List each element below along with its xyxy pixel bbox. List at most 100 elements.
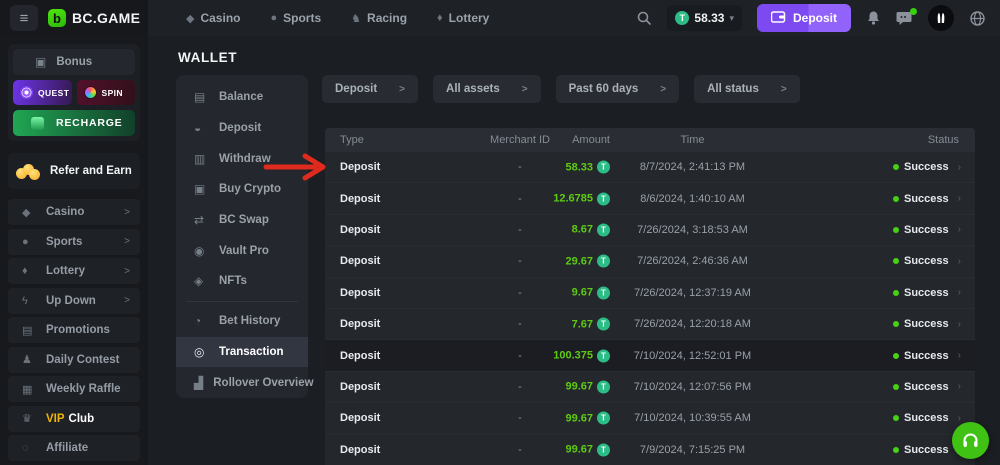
tx-status[interactable]: Success› <box>893 381 961 393</box>
casino-icon: ◆ <box>22 206 46 219</box>
tx-type: Deposit <box>340 161 380 173</box>
tether-coin-icon: T <box>597 223 610 236</box>
chevron-right-icon: › <box>958 224 961 235</box>
wallet-menu-item[interactable]: ▤ Balance <box>176 82 308 113</box>
casino-icon: ◆ <box>186 12 194 25</box>
status-dot <box>893 164 899 170</box>
top-nav-item[interactable]: ● Sports <box>270 11 321 25</box>
search-icon[interactable] <box>636 10 652 26</box>
table-row[interactable]: Deposit - 100.375T 7/10/2024, 12:52:01 P… <box>325 340 975 371</box>
table-row[interactable]: Deposit - 99.67T 7/10/2024, 12:07:56 PM … <box>325 372 975 403</box>
topbar-actions: T 58.33 ▾ Deposit <box>636 4 1000 32</box>
tx-type: Deposit <box>340 287 380 299</box>
top-nav-item[interactable]: ◆ Casino <box>186 11 240 25</box>
updown-icon: ϟ <box>22 295 46 307</box>
filter-button[interactable]: Past 60 days > <box>556 75 680 103</box>
bonus-button[interactable]: ▣ Bonus <box>13 49 135 75</box>
tx-type: Deposit <box>340 381 380 393</box>
wallet-menu-item[interactable]: ▟ Rollover Overview <box>176 367 308 398</box>
top-nav-item[interactable]: ♞ Racing <box>351 11 407 25</box>
chevron-right-icon: > <box>399 84 405 95</box>
support-button[interactable] <box>952 422 989 459</box>
tx-status[interactable]: Success› <box>893 287 961 299</box>
tx-time: 7/26/2024, 2:46:36 AM <box>620 255 765 267</box>
filter-button[interactable]: Deposit > <box>322 75 418 103</box>
refer-label: Refer and Earn <box>50 165 132 177</box>
top-nav-item[interactable]: ♦ Lottery <box>437 11 489 25</box>
chat-icon[interactable] <box>896 11 913 26</box>
wallet-menu-item[interactable]: ◔ Bet History <box>176 306 308 337</box>
tx-time: 7/26/2024, 12:37:19 AM <box>620 287 765 299</box>
tx-time: 7/26/2024, 3:18:53 AM <box>620 224 765 236</box>
sidebar-menu-item[interactable]: ● Sports > <box>8 229 140 255</box>
vip-icon: ♛ <box>22 412 46 425</box>
balance-selector[interactable]: T 58.33 ▾ <box>667 5 742 31</box>
sidebar-menu-item[interactable]: ♛ VIPClub > <box>8 406 140 432</box>
spin-button[interactable]: SPIN <box>77 80 136 105</box>
wallet-menu-item[interactable]: ◈ NFTs <box>176 266 308 297</box>
tx-status[interactable]: Success› <box>893 350 961 362</box>
tx-status[interactable]: Success› <box>893 444 961 456</box>
table-row[interactable]: Deposit - 12.6785T 8/6/2024, 1:40:10 AM … <box>325 183 975 214</box>
table-row[interactable]: Deposit - 9.67T 7/26/2024, 12:37:19 AM S… <box>325 278 975 309</box>
promo-row: QUEST SPIN <box>13 80 135 105</box>
wallet-menu-item[interactable]: ◒ Deposit <box>176 113 308 144</box>
filter-button[interactable]: All status > <box>694 75 800 103</box>
tx-status[interactable]: Success› <box>893 193 961 205</box>
header-amount: Amount <box>495 134 610 146</box>
tether-coin-icon: T <box>597 255 610 268</box>
wallet-menu-item[interactable]: ◉ Vault Pro <box>176 235 308 266</box>
tx-status[interactable]: Success› <box>893 318 961 330</box>
table-row[interactable]: Deposit - 7.67T 7/26/2024, 12:20:18 AM S… <box>325 309 975 340</box>
brand-logo[interactable]: b BC.GAME <box>48 9 140 27</box>
raffle-icon: ▦ <box>22 383 46 396</box>
wallet-item-label: Buy Crypto <box>219 183 281 195</box>
wallet-menu: ▤ Balance ◒ Deposit ▥ Withdraw ▣ Buy Cry… <box>176 75 308 398</box>
wallet-menu-item[interactable]: ⇄ BC Swap <box>176 205 308 236</box>
status-dot <box>893 290 899 296</box>
sidebar-menu-item[interactable]: ϟ Up Down > <box>8 288 140 314</box>
table-row[interactable]: Deposit - 29.67T 7/26/2024, 2:46:36 AM S… <box>325 246 975 277</box>
gift-icon: ▣ <box>35 55 46 69</box>
recharge-button[interactable]: RECHARGE <box>13 110 135 136</box>
quest-label: QUEST <box>38 88 69 98</box>
tx-status[interactable]: Success› <box>893 161 961 173</box>
sidebar-menu-item[interactable]: ▤ Promotions > <box>8 317 140 343</box>
nav-label: Sports <box>283 11 321 25</box>
tether-coin-icon: T <box>597 161 610 174</box>
bcgame-logo-icon: b <box>48 9 66 27</box>
bonus-label: Bonus <box>56 56 92 68</box>
sidebar-menu-item[interactable]: ◌ Affiliate > <box>8 435 140 461</box>
promotions-icon: ▤ <box>22 324 46 337</box>
tx-type: Deposit <box>340 350 380 362</box>
chevron-right-icon: › <box>958 350 961 361</box>
table-row[interactable]: Deposit - 58.33T 8/7/2024, 2:41:13 PM Su… <box>325 152 975 183</box>
table-row[interactable]: Deposit - 8.67T 7/26/2024, 3:18:53 AM Su… <box>325 215 975 246</box>
sidebar-item-label: Up Down <box>46 295 96 307</box>
tx-type: Deposit <box>340 444 380 456</box>
status-dot <box>893 415 899 421</box>
sidebar-item-label: VIPClub <box>46 413 94 425</box>
sidebar-menu-item[interactable]: ♟ Daily Contest > <box>8 347 140 373</box>
notifications-bell-icon[interactable] <box>866 10 881 26</box>
quest-button[interactable]: QUEST <box>13 80 72 105</box>
sports-icon: ● <box>22 236 46 248</box>
language-globe-icon[interactable] <box>969 10 986 27</box>
refer-and-earn-banner[interactable]: Refer and Earn <box>8 153 140 189</box>
sidebar-menu-item[interactable]: ◆ Casino > <box>8 199 140 225</box>
tether-coin-icon: T <box>597 192 610 205</box>
chevron-right-icon: › <box>958 193 961 204</box>
sidebar-menu-item[interactable]: ♦ Lottery > <box>8 258 140 284</box>
hamburger-menu-button[interactable]: ≡ <box>10 5 38 31</box>
wallet-menu-item[interactable]: ◎ Transaction <box>176 337 308 368</box>
filter-button[interactable]: All assets > <box>433 75 541 103</box>
table-row[interactable]: Deposit - 99.67T 7/9/2024, 7:15:25 PM Su… <box>325 435 975 465</box>
deposit-button[interactable]: Deposit <box>757 4 851 32</box>
table-row[interactable]: Deposit - 99.67T 7/10/2024, 10:39:55 AM … <box>325 403 975 434</box>
sidebar-menu-item[interactable]: ▦ Weekly Raffle > <box>8 376 140 402</box>
tx-status[interactable]: Success› <box>893 255 961 267</box>
nav-label: Lottery <box>449 11 490 25</box>
tx-status[interactable]: Success› <box>893 224 961 236</box>
user-avatar[interactable] <box>928 5 954 31</box>
tx-status[interactable]: Success› <box>893 412 961 424</box>
